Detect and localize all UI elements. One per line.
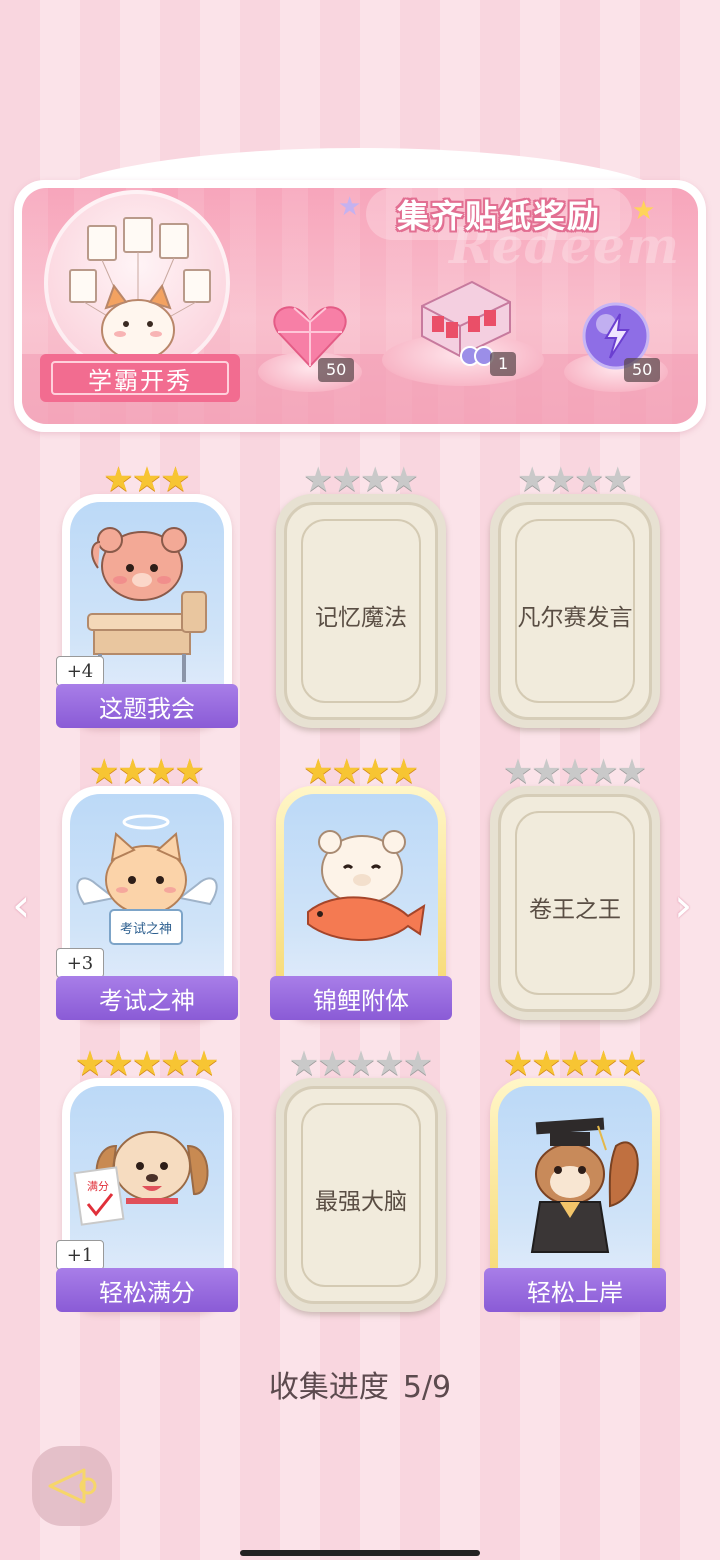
svg-text:满分: 满分 (87, 1180, 109, 1193)
sticker-card-8[interactable]: ★ ★ ★ ★ ★ 最强大脑 (276, 1044, 446, 1312)
reward-count-3: 50 (624, 358, 661, 382)
reward-count-2: 1 (490, 352, 517, 376)
plus-count-badge: +4 (56, 656, 104, 686)
card-title: 卷王之王 (529, 897, 621, 923)
plus-count-badge: +1 (56, 1240, 104, 1270)
plus-count-badge: +3 (56, 948, 104, 978)
yellow-star-icon: ★ (632, 196, 656, 226)
chevron-right-icon[interactable]: › (674, 878, 692, 932)
card-title: 记忆魔法 (315, 605, 407, 631)
card-title: 考试之神 (56, 976, 238, 1020)
cat-globe-icon (44, 190, 230, 376)
purple-star-icon: ★ (338, 192, 362, 222)
chevron-left-icon[interactable]: ‹ (12, 878, 30, 932)
sticker-card-7[interactable]: ★ ★ ★ ★ ★ 满分 +1 轻松满分 (56, 1044, 238, 1312)
globe-ribbon: 学霸开秀 (40, 354, 240, 402)
sticker-card-5[interactable]: ★ ★ ★ ★ 锦鲤附体 (270, 752, 452, 1020)
progress-value: 5/9 (402, 1370, 452, 1405)
collection-progress: 收集进度 5/9 (0, 1362, 720, 1406)
home-indicator[interactable] (240, 1550, 480, 1556)
sticker-card-3[interactable]: ★ ★ ★ ★ 凡尔赛发言 (490, 460, 660, 728)
card-title: 最强大脑 (315, 1189, 407, 1215)
back-button[interactable] (32, 1446, 112, 1526)
sticker-card-2[interactable]: ★ ★ ★ ★ 记忆魔法 (276, 460, 446, 728)
card-title: 轻松上岸 (484, 1268, 666, 1312)
progress-label: 收集进度 (268, 1370, 389, 1405)
banner-title-pill: 集齐贴纸奖励 (366, 188, 632, 240)
card-title: 轻松满分 (56, 1268, 238, 1312)
globe-ribbon-label: 学霸开秀 (51, 361, 229, 395)
banner-title: 集齐贴纸奖励 (396, 197, 601, 235)
card-title: 这题我会 (56, 684, 238, 728)
sticker-card-4[interactable]: ★ ★ ★ ★ 考试之神 +3 考试之神 (56, 752, 238, 1020)
sticker-card-1[interactable]: ★ ★ ★ +4 这题我会 (56, 460, 238, 728)
card-title: 锦鲤附体 (270, 976, 452, 1020)
sticker-card-9[interactable]: ★ ★ ★ ★ ★ 轻松上岸 (484, 1044, 666, 1312)
card-title: 凡尔赛发言 (517, 605, 633, 631)
reward-count-1: 50 (318, 358, 355, 382)
sticker-card-6[interactable]: ★ ★ ★ ★ ★ 卷王之王 (490, 752, 660, 1020)
svg-text:考试之神: 考试之神 (120, 922, 172, 937)
back-arrow-icon (48, 1468, 97, 1504)
